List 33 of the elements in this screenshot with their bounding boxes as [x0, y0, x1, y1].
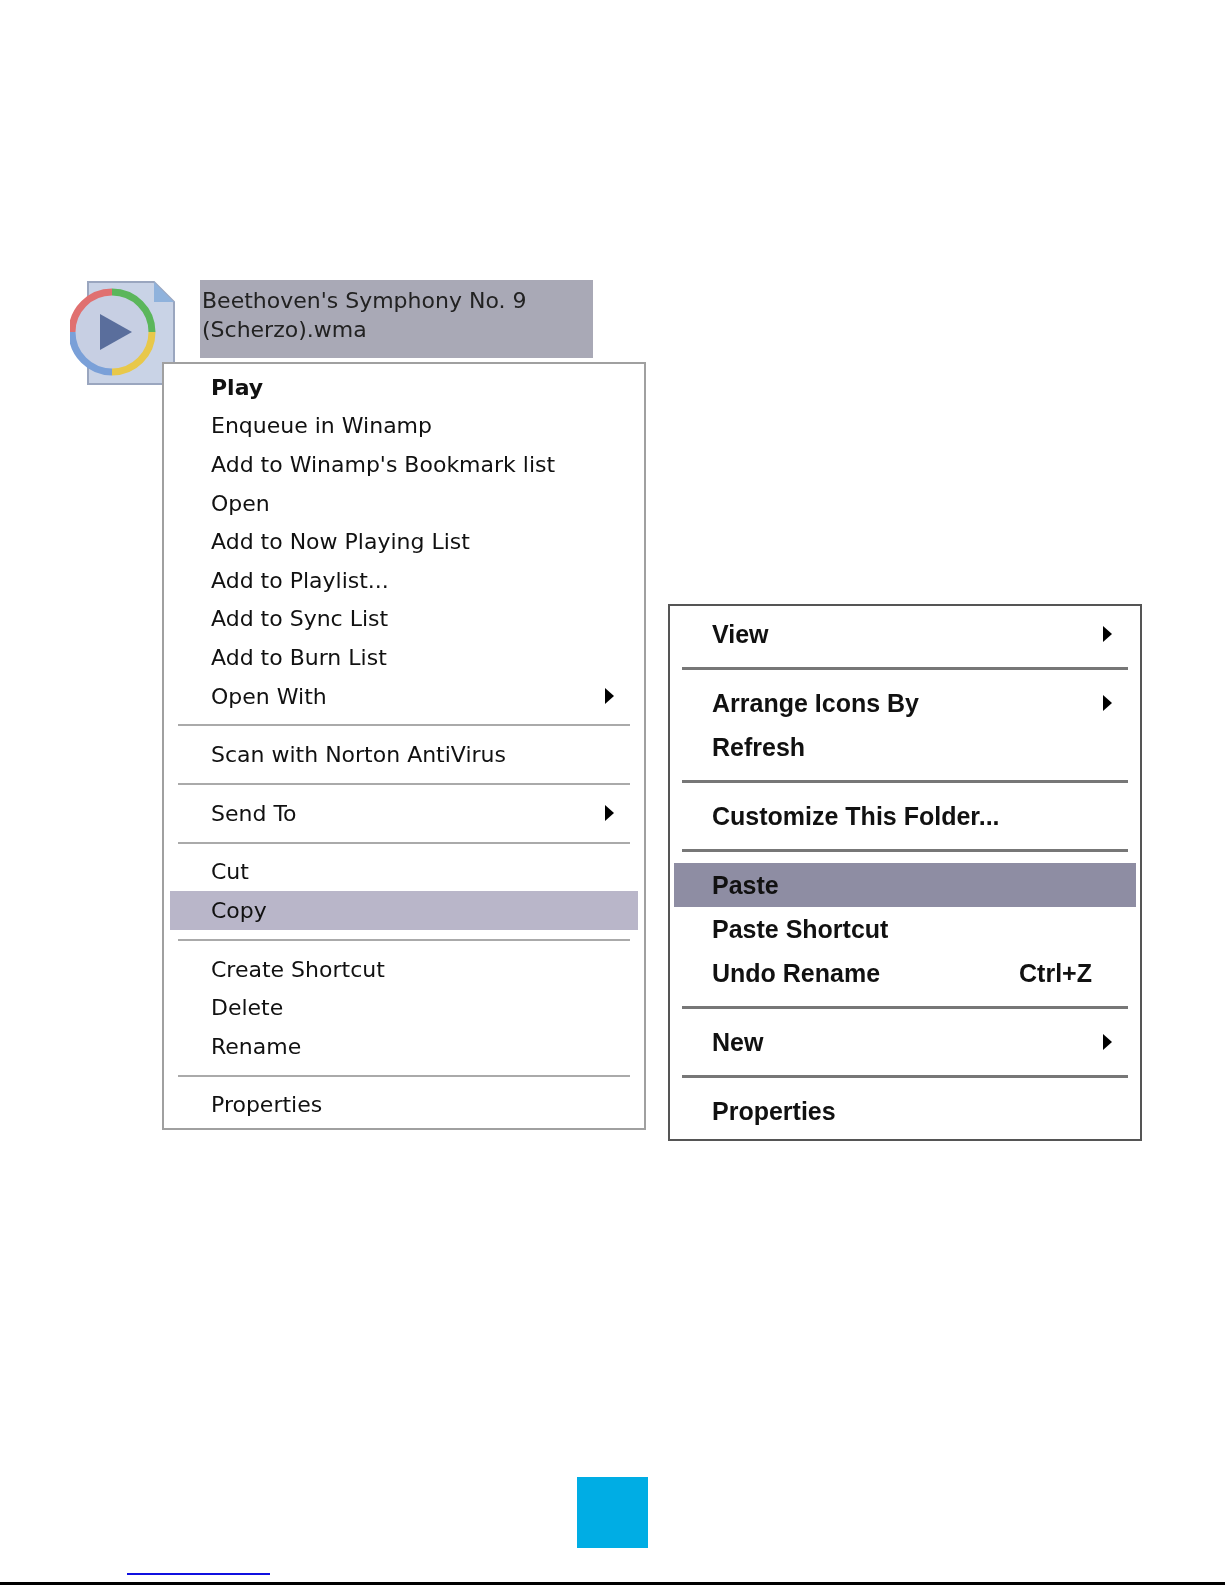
- file-name[interactable]: Beethoven's Symphony No. 9 (Scherzo).wma: [200, 280, 593, 358]
- submenu-arrow-icon: [1103, 1034, 1112, 1050]
- menu-item[interactable]: Open: [170, 483, 638, 523]
- menu-item[interactable]: Add to Burn List: [170, 638, 638, 677]
- menu-item[interactable]: Open With: [170, 676, 638, 716]
- menu-item[interactable]: Add to Now Playing List: [170, 522, 638, 561]
- menu-item[interactable]: Paste Shortcut: [674, 907, 1136, 951]
- submenu-arrow-icon: [605, 688, 614, 705]
- menu-item[interactable]: Rename: [170, 1026, 638, 1066]
- menu-item[interactable]: Undo Rename Ctrl+Z: [674, 951, 1136, 995]
- menu-item[interactable]: Send To: [170, 793, 638, 833]
- menu-item[interactable]: Properties: [674, 1089, 1136, 1133]
- menu-item[interactable]: Add to Sync List: [170, 599, 638, 639]
- menu-item[interactable]: Copy: [170, 891, 638, 930]
- menu-item[interactable]: Add to Playlist...: [170, 560, 638, 600]
- menu-item[interactable]: Arrange Icons By: [674, 681, 1136, 725]
- menu-item[interactable]: Delete: [170, 988, 638, 1027]
- menu-item[interactable]: View: [674, 612, 1136, 656]
- menu-item[interactable]: Scan with Norton AntiVirus: [170, 735, 638, 774]
- submenu-arrow-icon: [605, 805, 614, 822]
- menu-item[interactable]: Create Shortcut: [170, 949, 638, 989]
- page-marker: [577, 1477, 648, 1548]
- menu-item[interactable]: Add to Winamp's Bookmark list: [170, 445, 638, 484]
- submenu-arrow-icon: [1103, 626, 1112, 642]
- menu-item[interactable]: Cut: [170, 852, 638, 892]
- menu-item[interactable]: Refresh: [674, 725, 1136, 769]
- menu-item[interactable]: New: [674, 1020, 1136, 1064]
- submenu-arrow-icon: [1103, 695, 1112, 711]
- menu-item[interactable]: Play: [170, 368, 638, 407]
- menu-item[interactable]: Paste: [674, 863, 1136, 907]
- menu-item[interactable]: Enqueue in Winamp: [170, 406, 638, 446]
- menu-item[interactable]: Properties: [170, 1085, 638, 1125]
- menu-item[interactable]: Customize This Folder...: [674, 794, 1136, 838]
